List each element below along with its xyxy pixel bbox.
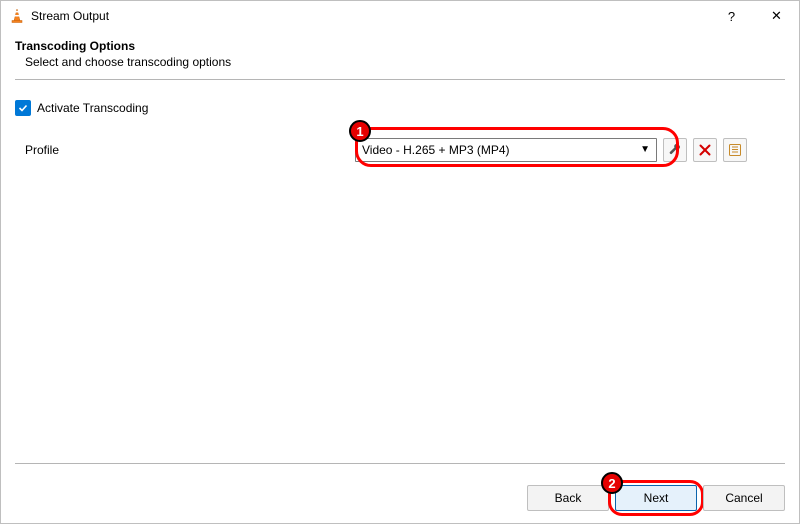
help-button[interactable]: ? (709, 1, 754, 31)
footer-separator (15, 463, 785, 464)
profile-row: Profile Video - H.265 + MP3 (MP4) ▼ (15, 138, 785, 162)
stream-output-window: Stream Output ? ✕ Transcoding Options Se… (0, 0, 800, 524)
back-button[interactable]: Back (527, 485, 609, 511)
profile-label: Profile (15, 143, 355, 157)
footer-buttons: Back Next 2 Cancel (521, 485, 785, 511)
titlebar: Stream Output ? ✕ (1, 1, 799, 31)
new-profile-button[interactable] (723, 138, 747, 162)
chevron-down-icon: ▼ (640, 145, 650, 155)
delete-profile-button[interactable] (693, 138, 717, 162)
close-button[interactable]: ✕ (754, 1, 799, 31)
section-subheading: Select and choose transcoding options (15, 55, 785, 69)
delete-icon (699, 144, 711, 156)
vlc-cone-icon (9, 8, 25, 24)
window-title: Stream Output (31, 9, 109, 23)
new-profile-icon (728, 143, 742, 157)
cancel-button[interactable]: Cancel (703, 485, 785, 511)
section-separator (15, 79, 785, 80)
activate-transcoding-label: Activate Transcoding (37, 101, 148, 115)
wrench-icon (668, 143, 682, 157)
activate-transcoding-row: Activate Transcoding (15, 100, 785, 116)
window-controls: ? ✕ (709, 1, 799, 31)
next-button[interactable]: Next (615, 485, 697, 511)
activate-transcoding-checkbox[interactable] (15, 100, 31, 116)
section-heading: Transcoding Options (15, 39, 785, 53)
profile-select[interactable]: Video - H.265 + MP3 (MP4) ▼ (355, 138, 657, 162)
profile-selected-value: Video - H.265 + MP3 (MP4) (362, 143, 510, 157)
content-area: Transcoding Options Select and choose tr… (1, 39, 799, 523)
edit-profile-button[interactable] (663, 138, 687, 162)
